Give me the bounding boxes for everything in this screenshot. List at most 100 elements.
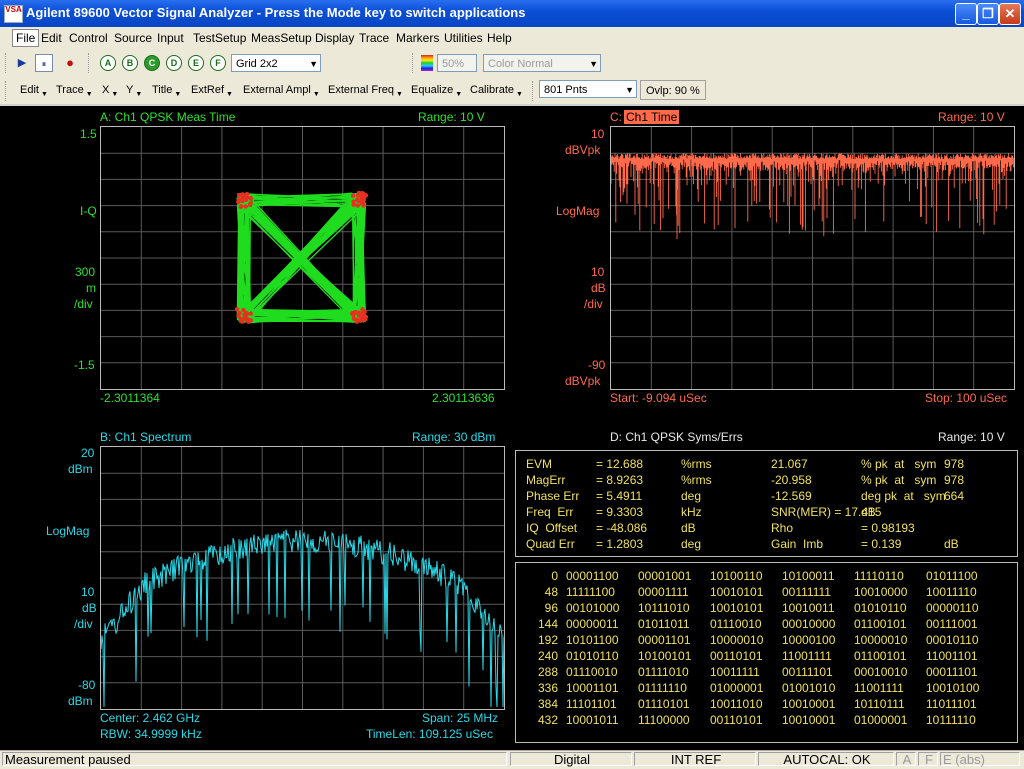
menu-meassetup[interactable]: MeasSetup [251, 31, 312, 45]
grid-layout-select[interactable]: Grid 2x2 ▼ [231, 54, 321, 72]
menu-testsetup[interactable]: TestSetup [193, 31, 246, 45]
trace-c-plot[interactable] [610, 126, 1015, 390]
chevron-down-icon: ▼ [309, 59, 318, 69]
trace-c-y-top-value: 10 [591, 127, 605, 141]
error-summary-table[interactable]: EVM = 12.688 %rms 21.067 % pk at sym 978 MagEr… [515, 450, 1018, 557]
error-cell-v2: 978 [944, 457, 965, 471]
menu-help[interactable]: Help [487, 31, 512, 45]
caret-down-icon: ▼ [40, 91, 48, 98]
opacity-value: 50% [442, 58, 465, 70]
trace-d-range: Range: 10 V [938, 430, 1005, 444]
toolbar-grip[interactable] [5, 81, 9, 101]
symbol-bits: 00111101 [782, 665, 833, 679]
menu-utilities[interactable]: Utilities [444, 31, 483, 45]
toolbar-grip[interactable] [5, 53, 9, 73]
status-f-indicator: F [918, 752, 938, 767]
error-cell-u2: = 0.139 [861, 537, 902, 551]
caret-down-icon: ▼ [455, 91, 463, 98]
error-cell-k: Phase Err [526, 489, 580, 503]
trace-b-button[interactable]: B [122, 55, 138, 71]
window-title: Agilent 89600 Vector Signal Analyzer - P… [26, 5, 526, 20]
trace-b-y-top-value: 20 [81, 446, 95, 460]
trace-c-button[interactable]: C [144, 55, 160, 71]
menu-markers[interactable]: Markers [396, 31, 439, 45]
error-cell-v: = 5.4911 [596, 489, 643, 503]
points-select[interactable]: 801 Pnts ▼ [539, 80, 637, 98]
color-scheme-select[interactable]: Color Normal ▼ [483, 54, 601, 72]
error-cell-v: = 12.688 [596, 457, 644, 471]
trace-external-ampl-menu[interactable]: External Ampl ▼ [243, 84, 320, 98]
symbol-bits: 00111001 [926, 617, 978, 631]
trace-d-title[interactable]: D: Ch1 QPSK Syms/Errs [610, 430, 743, 444]
symbol-bits: 10010101 [710, 585, 764, 599]
caret-down-icon: ▼ [85, 91, 93, 98]
menu-control[interactable]: Control [69, 31, 108, 45]
symbol-bits: 00110101 [710, 649, 763, 663]
error-cell-k2: -20.958 [771, 473, 812, 487]
symbol-bits: 00000011 [566, 617, 619, 631]
trace-b-y-scale-div: /div [74, 617, 93, 631]
trace-edit-menu[interactable]: Edit ▼ [20, 84, 48, 98]
maximize-button[interactable]: ❐ [977, 3, 999, 25]
trace-equalize-menu[interactable]: Equalize ▼ [411, 84, 462, 98]
pause-icon[interactable]: ⏸ [35, 54, 53, 72]
trace-trace-menu[interactable]: Trace ▼ [56, 84, 93, 98]
error-cell-u2: deg pk at sym [861, 489, 946, 503]
menu-file[interactable]: File [12, 29, 40, 47]
overlap-display[interactable]: Ovlp: 90 % [640, 80, 706, 100]
trace-a-button[interactable]: A [100, 55, 116, 71]
symbol-bits: 11100000 [638, 713, 690, 727]
trace-a-plot[interactable] [100, 126, 505, 390]
error-cell-v: = 1.2803 [596, 537, 644, 551]
symbol-bits: 01011011 [638, 617, 690, 631]
symbol-point [361, 196, 367, 201]
symbol-bits: 01111010 [638, 665, 689, 679]
menu-input[interactable]: Input [157, 31, 184, 45]
menu-edit[interactable]: Edit [41, 31, 62, 45]
error-cell-u: deg [681, 537, 702, 551]
symbol-bits: 10110111 [854, 697, 905, 711]
symbol-bits: 10111110 [926, 713, 976, 727]
menu-source[interactable]: Source [114, 31, 152, 45]
symbol-bits: 01000001 [854, 713, 908, 727]
symbol-bits: 01000001 [710, 681, 764, 695]
trace-e-button[interactable]: E [188, 55, 204, 71]
trace-b-plot[interactable] [100, 446, 505, 710]
caret-down-icon: ▼ [174, 91, 182, 98]
menu-display[interactable]: Display [315, 31, 354, 45]
trace-f-button[interactable]: F [210, 55, 226, 71]
opacity-select[interactable]: 50% [437, 54, 477, 72]
symbol-bits: 10010101 [710, 601, 764, 615]
trace-b-title[interactable]: B: Ch1 Spectrum [100, 430, 191, 444]
symbol-table[interactable]: 0 00001100 00001001 10100110 10100011 1111011… [515, 562, 1018, 743]
symbol-bits: 11101101 [566, 697, 617, 711]
symbol-bits: 01110010 [566, 665, 618, 679]
trace-calibrate-menu[interactable]: Calibrate ▼ [470, 84, 523, 98]
error-cell-k2: Gain Imb [771, 537, 824, 551]
trace-b-center: Center: 2.462 GHz [100, 711, 201, 725]
error-cell-u: dB [681, 521, 696, 535]
trace-b-range: Range: 30 dBm [412, 430, 496, 444]
trace-extref-menu[interactable]: ExtRef ▼ [191, 84, 233, 98]
menu-trace[interactable]: Trace [359, 31, 389, 45]
symbol-index: 192 [537, 633, 558, 647]
trace-d-button[interactable]: D [166, 55, 182, 71]
minimize-button[interactable]: _ [955, 3, 977, 25]
symbol-point [363, 317, 368, 322]
symbol-bits: 00010110 [926, 633, 979, 647]
trace-title-menu[interactable]: Title ▼ [152, 84, 181, 98]
trace-c-prefix: C: [610, 110, 622, 124]
trace-x-menu[interactable]: X ▼ [102, 84, 118, 98]
trace-a-title[interactable]: A: Ch1 QPSK Meas Time [100, 110, 235, 124]
play-icon[interactable]: ▶ [13, 54, 31, 72]
close-button[interactable]: ✕ [999, 3, 1021, 25]
trace-y-menu[interactable]: Y ▼ [126, 84, 142, 98]
symbol-point [359, 201, 365, 206]
record-icon[interactable]: ● [61, 54, 79, 72]
title-bar: VSA Agilent 89600 Vector Signal Analyzer… [0, 0, 1024, 27]
symbol-bits: 01010110 [854, 601, 907, 615]
trace-external-freq-menu[interactable]: External Freq ▼ [328, 84, 403, 98]
color-palette-icon[interactable] [421, 55, 433, 71]
trace-c-title[interactable]: Ch1 Time [624, 110, 680, 124]
symbol-point [354, 317, 360, 322]
